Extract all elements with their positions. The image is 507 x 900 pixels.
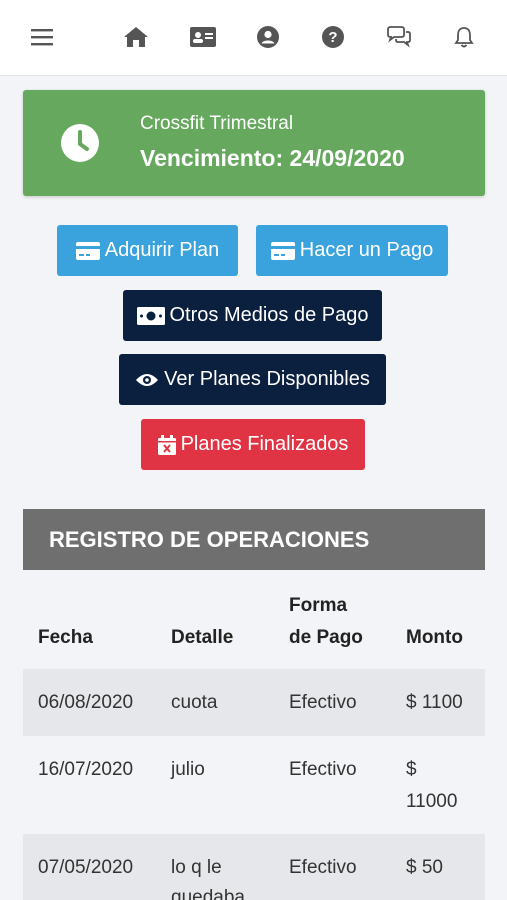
bell-icon[interactable]	[451, 24, 477, 50]
table-row: 06/08/2020 cuota Efectivo $ 1100	[23, 669, 485, 736]
menu-icon[interactable]	[29, 24, 55, 50]
registro-header: REGISTRO DE OPERACIONES	[23, 509, 485, 570]
table-row: 16/07/2020 julio Efectivo $ 11000	[23, 736, 485, 834]
top-navbar: ?	[0, 0, 507, 76]
cell-detalle: lo q le	[171, 857, 222, 878]
cell-fecha: 07/05/2020	[38, 857, 134, 878]
cell-detalle-line2: quedaba	[171, 887, 245, 900]
user-icon[interactable]	[255, 24, 281, 50]
cell-monto: $ 1100	[406, 692, 463, 713]
id-card-icon[interactable]	[190, 24, 216, 50]
cell-fecha: 16/07/2020	[38, 759, 134, 780]
hacer-pago-button[interactable]: Hacer un Pago	[256, 225, 448, 276]
chat-icon[interactable]	[386, 24, 412, 50]
cell-detalle: julio	[171, 759, 205, 780]
otros-medios-pago-button[interactable]: Otros Medios de Pago	[123, 290, 382, 341]
cell-monto: $ 50	[406, 857, 443, 878]
cell-forma: Efectivo	[289, 857, 357, 878]
planes-finalizados-button[interactable]: Planes Finalizados	[141, 419, 365, 470]
table-row: 07/05/2020 lo q le quedaba Efectivo $ 50	[23, 834, 485, 900]
col-detalle-header: Detalle	[171, 627, 234, 648]
adquirir-plan-label: Adquirir Plan	[104, 239, 220, 261]
cell-detalle: cuota	[171, 692, 218, 713]
cell-monto: $	[406, 759, 417, 780]
col-forma-header-2: de Pago	[289, 627, 363, 648]
otros-medios-label: Otros Medios de Pago	[169, 304, 369, 326]
clock-icon	[60, 123, 100, 163]
col-fecha-header: Fecha	[38, 627, 93, 648]
plan-expiry: Vencimiento: 24/09/2020	[140, 145, 405, 171]
active-plan-card: Crossfit Trimestral Vencimiento: 24/09/2…	[23, 90, 485, 196]
money-bill-icon	[136, 306, 165, 325]
eye-icon	[135, 372, 159, 388]
cell-fecha: 06/08/2020	[38, 692, 134, 713]
hacer-pago-label: Hacer un Pago	[299, 239, 434, 261]
col-monto-header: Monto	[406, 627, 463, 648]
registro-title: REGISTRO DE OPERACIONES	[49, 526, 370, 552]
svg-text:?: ?	[328, 29, 337, 46]
help-icon[interactable]: ?	[320, 24, 346, 50]
ver-planes-button[interactable]: Ver Planes Disponibles	[119, 354, 386, 405]
plan-name: Crossfit Trimestral	[140, 113, 294, 134]
calendar-x-icon	[157, 434, 176, 455]
adquirir-plan-button[interactable]: Adquirir Plan	[57, 225, 238, 276]
home-icon[interactable]	[123, 24, 149, 50]
cell-monto-line2: 11000	[406, 791, 458, 812]
cell-forma: Efectivo	[289, 759, 357, 780]
col-forma-header-1: Forma	[289, 595, 348, 616]
credit-card-icon	[75, 241, 100, 260]
credit-card-icon	[270, 241, 295, 260]
ver-planes-label: Ver Planes Disponibles	[164, 368, 370, 390]
planes-finalizados-label: Planes Finalizados	[180, 433, 349, 455]
cell-forma: Efectivo	[289, 692, 357, 713]
